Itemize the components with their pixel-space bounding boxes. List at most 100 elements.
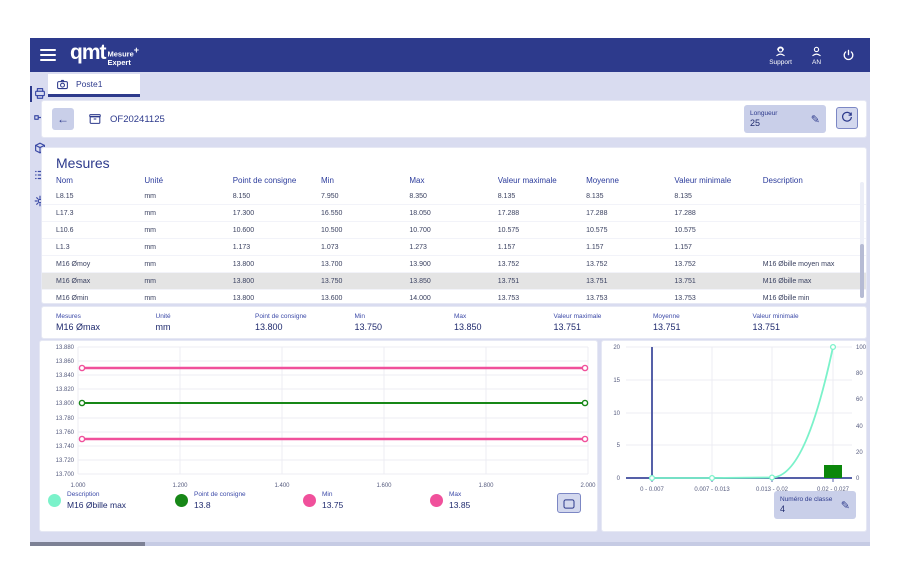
power-icon[interactable] xyxy=(841,48,856,63)
cell: 13.753 xyxy=(674,290,762,303)
detail-label: Moyenne xyxy=(653,313,753,320)
table-row[interactable]: L1.3mm1.1731.0731.2731.1571.1571.157 xyxy=(42,239,866,256)
detail-label: Max xyxy=(454,313,554,320)
legend-label: Point de consigne xyxy=(194,491,246,498)
cell: 16.550 xyxy=(321,205,409,221)
expand-chart-button[interactable] xyxy=(557,493,581,513)
table-row[interactable]: M16 Ømoymm13.80013.70013.90013.75213.752… xyxy=(42,256,866,273)
support-label: Support xyxy=(769,59,792,66)
cell: 13.800 xyxy=(233,256,321,272)
detail-label: Min xyxy=(355,313,455,320)
cell: 1.173 xyxy=(233,239,321,255)
user-icon xyxy=(810,45,823,58)
legend-value: M16 Øbille max xyxy=(67,500,126,510)
table-row-selected[interactable]: M16 Ømaxmm13.80013.75013.85013.75113.751… xyxy=(42,273,866,290)
order-toolbar: ← OF20241125 Longueur 25 ✎ xyxy=(42,101,866,137)
length-field[interactable]: Longueur 25 ✎ xyxy=(744,105,826,133)
cell: 18.050 xyxy=(409,205,497,221)
cell: 10.575 xyxy=(586,222,674,238)
cell: 13.752 xyxy=(498,256,586,272)
app-header: qmt Mesure+ Expert Support AN xyxy=(30,38,870,72)
cell: 13.751 xyxy=(498,273,586,289)
expand-icon xyxy=(563,499,575,509)
class-histogram-chart: 20 15 10 5 0 100 80 60 40 20 0 0 - 0.007… xyxy=(602,341,866,531)
sidebar-item-print[interactable] xyxy=(33,86,49,102)
histogram-plot: 20 15 10 5 0 100 80 60 40 20 0 0 - 0.007… xyxy=(602,341,866,499)
legend-min: Min 13.75 xyxy=(303,491,343,510)
cell: 8.135 xyxy=(498,188,586,204)
edit-pencil-icon[interactable]: ✎ xyxy=(811,113,820,126)
logo-plus: + xyxy=(134,45,139,55)
detail-field: Point de consigne13.800 xyxy=(255,313,355,332)
cell: L10.6 xyxy=(56,222,144,238)
cell: 17.288 xyxy=(586,205,674,221)
y-tick: 13.840 xyxy=(56,373,75,379)
table-scrollbar[interactable] xyxy=(860,182,864,298)
cell: 13.750 xyxy=(321,273,409,289)
legend-value: 13.8 xyxy=(194,500,246,510)
edit-pencil-icon[interactable]: ✎ xyxy=(841,499,850,512)
table-header-row: Nom Unité Point de consigne Min Max Vale… xyxy=(42,173,866,188)
x-tick: 2.000 xyxy=(580,483,596,489)
y-tick: 13.740 xyxy=(56,444,75,450)
right-tick: 80 xyxy=(856,371,863,377)
horizontal-scrollbar-thumb[interactable] xyxy=(30,542,145,546)
cell: M16 Ømoy xyxy=(56,256,144,272)
cell: 13.800 xyxy=(233,273,321,289)
left-tick: 0 xyxy=(617,476,621,482)
table-scrollbar-thumb[interactable] xyxy=(860,244,864,298)
cell: 8.135 xyxy=(674,188,762,204)
cell: 17.288 xyxy=(498,205,586,221)
y-tick: 13.820 xyxy=(56,387,75,393)
category-label: 0.007 - 0.013 xyxy=(694,487,730,493)
class-number-field[interactable]: Numéro de classe 4 ✎ xyxy=(774,491,856,519)
table-row[interactable]: L10.6mm10.60010.50010.70010.57510.57510.… xyxy=(42,222,866,239)
cell: M16 Ømin xyxy=(56,290,144,303)
y-tick: 13.780 xyxy=(56,416,75,422)
support-button[interactable]: Support xyxy=(769,45,792,66)
logo-text: qmt xyxy=(70,43,106,63)
user-button[interactable]: AN xyxy=(810,45,823,66)
table-row[interactable]: L17.3mm17.30016.55018.05017.28817.28817.… xyxy=(42,205,866,222)
legend-setpoint: Point de consigne 13.8 xyxy=(175,491,246,510)
cell: 10.575 xyxy=(674,222,762,238)
menu-icon[interactable] xyxy=(40,49,56,61)
left-tick: 20 xyxy=(613,345,620,351)
length-field-value: 25 xyxy=(750,118,777,128)
cell xyxy=(763,239,852,255)
selected-measure-summary: MesuresM16 Ømax Unitémm Point de consign… xyxy=(42,307,866,338)
max-limit-line xyxy=(79,365,587,370)
table-row[interactable]: L8.15mm8.1507.9508.3508.1358.1358.135 xyxy=(42,188,866,205)
horizontal-scrollbar[interactable] xyxy=(30,542,870,546)
legend-label: Min xyxy=(322,491,343,498)
legend-dot-mint xyxy=(48,494,61,507)
detail-field: Valeur maximale13.751 xyxy=(554,313,654,332)
refresh-button[interactable] xyxy=(836,107,858,129)
cell: 1.157 xyxy=(498,239,586,255)
cell: L8.15 xyxy=(56,188,144,204)
tab-poste1[interactable]: Poste1 xyxy=(48,74,140,97)
legend-max: Max13.85 xyxy=(430,491,470,510)
right-tick: 20 xyxy=(856,450,863,456)
class-number-value: 4 xyxy=(780,504,832,514)
cell xyxy=(763,222,852,238)
legend-value: 13.75 xyxy=(322,500,343,510)
cell: L1.3 xyxy=(56,239,144,255)
detail-value: 13.850 xyxy=(454,322,554,332)
cell: 8.135 xyxy=(586,188,674,204)
setpoint-line xyxy=(79,400,587,405)
cell: mm xyxy=(144,273,232,289)
back-button[interactable]: ← xyxy=(52,108,74,130)
cell xyxy=(763,188,852,204)
detail-value: M16 Ømax xyxy=(56,322,156,332)
cell: 1.273 xyxy=(409,239,497,255)
trend-chart-plot: 13.880 13.860 13.840 13.820 13.800 13.78… xyxy=(40,341,597,491)
detail-label: Valeur minimale xyxy=(753,313,853,320)
cell: 13.900 xyxy=(409,256,497,272)
right-tick: 0 xyxy=(856,476,860,482)
tab-label: Poste1 xyxy=(76,79,102,89)
detail-value: 13.751 xyxy=(653,322,753,332)
user-label: AN xyxy=(812,59,821,66)
table-row[interactable]: M16 Øminmm13.80013.60014.00013.75313.753… xyxy=(42,290,866,303)
x-tick: 1.800 xyxy=(478,483,494,489)
